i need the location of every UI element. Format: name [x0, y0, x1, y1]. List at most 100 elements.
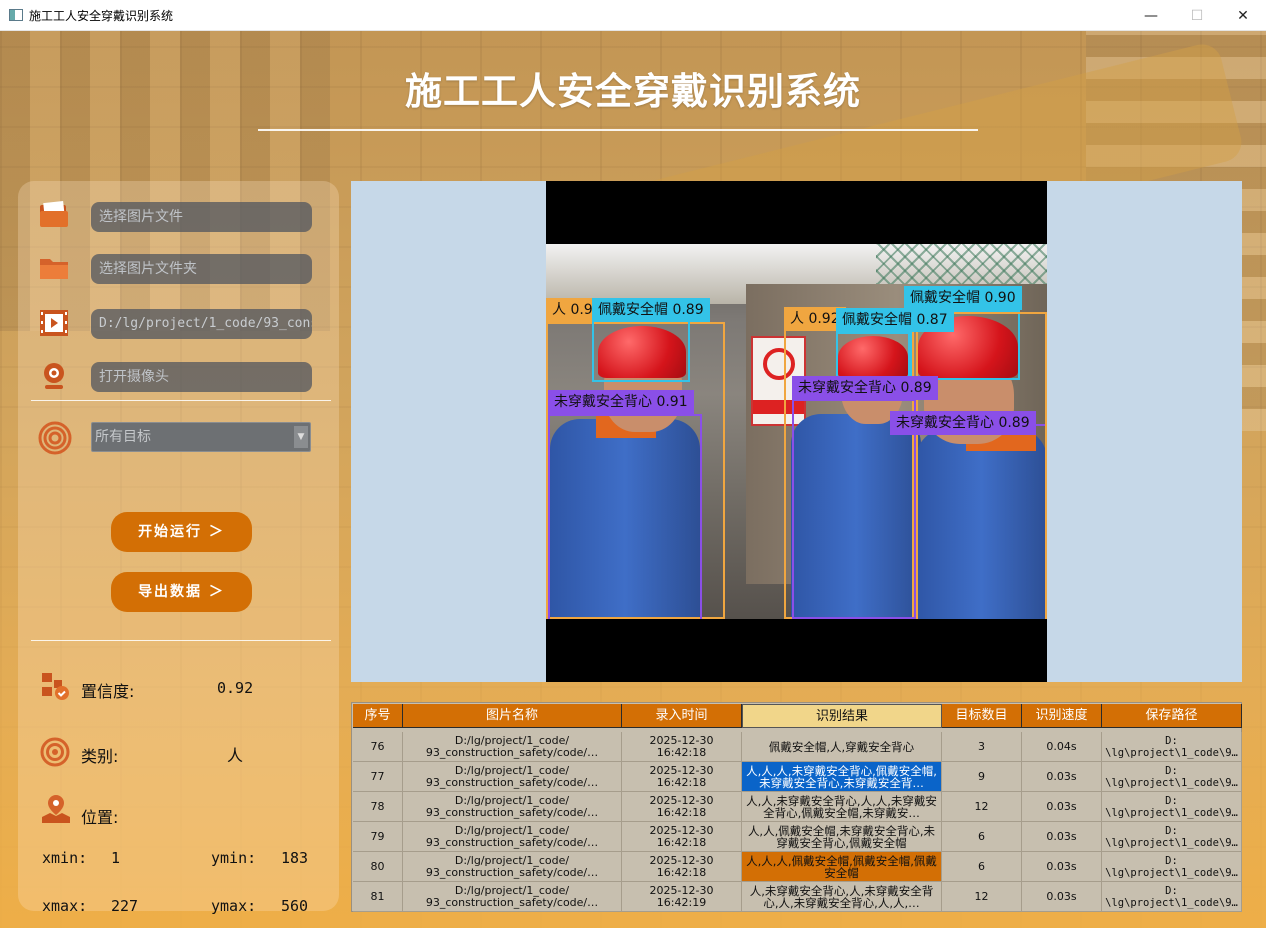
window-title: 施工工人安全穿戴识别系统 [29, 8, 174, 23]
camera-input[interactable]: 打开摄像头 [91, 362, 312, 392]
header-speed[interactable]: 识别速度 [1022, 704, 1102, 728]
cell-result-highlighted: 人,人,人,佩戴安全帽,佩戴安全帽,佩戴安全帽 [742, 852, 942, 882]
run-button[interactable]: 开始运行 ＞ [111, 512, 252, 552]
cell-id: 79 [353, 822, 403, 852]
cell-path: D: \lg\project\1_code\9… [1102, 732, 1242, 762]
cell-name: D:/lg/project/1_code/93_construction_saf… [403, 822, 622, 852]
xmax-value: 227 [111, 897, 139, 915]
cell-count: 6 [942, 852, 1022, 882]
image-file-input[interactable]: 选择图片文件 [91, 202, 312, 232]
folder-icon[interactable] [38, 253, 70, 283]
minimize-button[interactable]: — [1128, 0, 1174, 31]
cell-name: D:/lg/project/1_code/93_construction_saf… [403, 732, 622, 762]
image-file-row: 选择图片文件 [18, 201, 339, 233]
target-select[interactable]: 所有目标 ▼ [91, 422, 311, 452]
app-title: 施工工人安全穿戴识别系统 [405, 70, 861, 113]
cell-date: 2025-12-30 [649, 853, 714, 867]
cell-path-line2: \lg\project\1_code\9… [1105, 746, 1238, 759]
header-id[interactable]: 序号 [353, 704, 403, 728]
results-table: 序号 图片名称 录入时间 识别结果 目标数目 识别速度 保存路径 76 D:/l… [351, 702, 1242, 912]
cell-id: 78 [353, 792, 403, 822]
cell-time: 2025-12-30 16:42:18 [622, 852, 742, 882]
detection-box-helmet-1 [592, 320, 690, 382]
camera-row: 打开摄像头 [18, 361, 339, 393]
cell-clock: 16:42:18 [656, 745, 707, 759]
divider-top [31, 400, 331, 401]
cell-count: 12 [942, 882, 1022, 912]
image-folder-input[interactable]: 选择图片文件夹 [91, 254, 312, 284]
cell-result-selected[interactable]: 人,人,人,未穿戴安全背心,佩戴安全帽,未穿戴安全背心,未穿戴安全背… [742, 762, 942, 792]
video-icon[interactable] [38, 308, 70, 338]
export-button[interactable]: 导出数据 ＞ [111, 572, 252, 612]
cell-path-line2: \lg\project\1_code\9… [1105, 806, 1238, 819]
cell-date: 2025-12-30 [649, 823, 714, 837]
table-row[interactable]: 81 D:/lg/project/1_code/93_construction_… [353, 882, 1242, 912]
cell-path: D: \lg\project\1_code\9… [1102, 792, 1242, 822]
cell-name-line1: D:/lg/project/1_code/ [454, 853, 570, 867]
header-name[interactable]: 图片名称 [403, 704, 622, 728]
cell-date: 2025-12-30 [649, 793, 714, 807]
cell-name-line2: 93_construction_safety/code/… [425, 865, 599, 879]
xmin-label: xmin: [42, 849, 88, 867]
class-icon [40, 737, 70, 767]
maximize-button[interactable]: ☐ [1174, 0, 1220, 31]
cell-id: 76 [353, 732, 403, 762]
cell-count: 12 [942, 792, 1022, 822]
cell-time: 2025-12-30 16:42:18 [622, 762, 742, 792]
cell-path-line2: \lg\project\1_code\9… [1105, 776, 1238, 789]
target-select-value: 所有目标 [95, 429, 151, 445]
header-count[interactable]: 目标数目 [942, 704, 1022, 728]
cell-date: 2025-12-30 [649, 733, 714, 747]
cell-name: D:/lg/project/1_code/93_construction_saf… [403, 882, 622, 912]
cell-path-line1: D: [1165, 734, 1178, 747]
video-path-input[interactable]: D:/lg/project/1_code/93_construction_saf… [91, 309, 312, 339]
cell-name-line2: 93_construction_safety/code/… [425, 745, 599, 759]
cell-name-line1: D:/lg/project/1_code/ [454, 823, 570, 837]
cell-id: 77 [353, 762, 403, 792]
cell-count: 6 [942, 822, 1022, 852]
cell-speed: 0.03s [1022, 762, 1102, 792]
confidence-icon [42, 673, 69, 700]
cell-count: 9 [942, 762, 1022, 792]
location-icon [42, 795, 70, 823]
title-divider [258, 129, 978, 131]
confidence-label: 置信度: [81, 682, 135, 701]
table-row[interactable]: 77 D:/lg/project/1_code/93_construction_… [353, 762, 1242, 792]
control-panel: 选择图片文件 选择图片文件夹 D:/lg/project/1_code/93_c… [18, 181, 339, 915]
cell-speed: 0.03s [1022, 852, 1102, 882]
cell-date: 2025-12-30 [649, 763, 714, 777]
ymin-label: ymin: [211, 849, 257, 867]
xmin-value: 1 [111, 849, 121, 867]
detection-photo: 人 0.9 佩戴安全帽 0.89 未穿戴安全背心 0.91 人 0.92 佩戴安… [546, 244, 1047, 619]
cell-name-line1: D:/lg/project/1_code/ [454, 763, 570, 777]
table-header: 序号 图片名称 录入时间 识别结果 目标数目 识别速度 保存路径 [353, 704, 1242, 728]
cell-result: 佩戴安全帽,人,穿戴安全背心 [742, 732, 942, 762]
camera-icon[interactable] [38, 361, 70, 391]
class-value: 人 [227, 746, 244, 765]
cell-clock: 16:42:18 [656, 865, 707, 879]
cell-clock: 16:42:19 [656, 895, 707, 909]
header-time[interactable]: 录入时间 [622, 704, 742, 728]
detection-label-6: 佩戴安全帽 0.90 [904, 286, 1022, 310]
class-label: 类别: [81, 747, 119, 766]
close-button[interactable]: ✕ [1220, 0, 1266, 31]
image-file-icon[interactable] [38, 201, 70, 231]
chevron-down-icon[interactable]: ▼ [294, 426, 308, 448]
cell-time: 2025-12-30 16:42:18 [622, 822, 742, 852]
cell-path: D: \lg\project\1_code\9… [1102, 762, 1242, 792]
cell-path-line2: \lg\project\1_code\9… [1105, 836, 1238, 849]
cell-result: 人,未穿戴安全背心,人,未穿戴安全背心,人,未穿戴安全背心,人,人,… [742, 882, 942, 912]
cell-name-line2: 93_construction_safety/code/… [425, 805, 599, 819]
detection-label-5: 佩戴安全帽 0.87 [836, 308, 954, 332]
table-row[interactable]: 76 D:/lg/project/1_code/93_construction_… [353, 732, 1242, 762]
cell-id: 81 [353, 882, 403, 912]
image-frame: 人 0.9 佩戴安全帽 0.89 未穿戴安全背心 0.91 人 0.92 佩戴安… [546, 181, 1047, 682]
cell-count: 3 [942, 732, 1022, 762]
header-path[interactable]: 保存路径 [1102, 704, 1242, 728]
table-row[interactable]: 79 D:/lg/project/1_code/93_construction_… [353, 822, 1242, 852]
table-row[interactable]: 78 D:/lg/project/1_code/93_construction_… [353, 792, 1242, 822]
table-row[interactable]: 80 D:/lg/project/1_code/93_construction_… [353, 852, 1242, 882]
cell-path-line1: D: [1165, 884, 1178, 897]
cell-name-line2: 93_construction_safety/code/… [425, 835, 599, 849]
header-result[interactable]: 识别结果 [742, 704, 942, 728]
